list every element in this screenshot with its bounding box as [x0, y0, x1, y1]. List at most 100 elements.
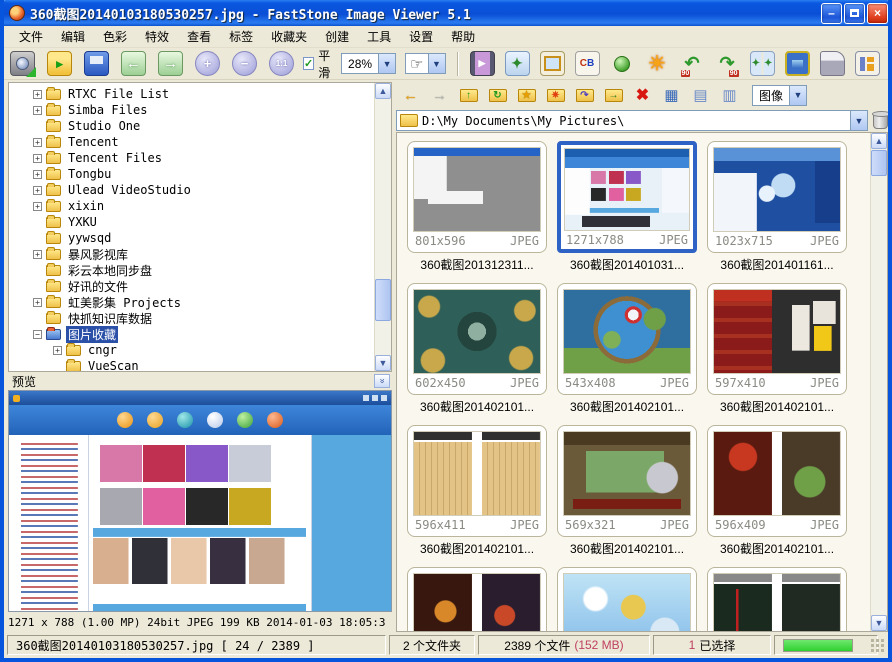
expand-toggle-icon[interactable]: + [33, 298, 42, 307]
tree-item[interactable]: +Ulead VideoStudio [15, 182, 374, 198]
rotate-right-icon[interactable]: ↷ [715, 51, 740, 76]
expand-toggle-icon[interactable]: + [33, 186, 42, 195]
tree-scroll-thumb[interactable] [375, 279, 391, 321]
crop-icon[interactable] [540, 51, 565, 76]
expand-toggle-icon[interactable]: + [53, 346, 62, 355]
thumbs-view-icon[interactable]: ▦ [661, 85, 682, 105]
tree-item[interactable]: +Simba Files [15, 102, 374, 118]
favorites-folder-icon[interactable]: ★ [516, 85, 537, 105]
expand-toggle-icon[interactable]: + [33, 154, 42, 163]
tree-item[interactable]: 好讯的文件 [15, 278, 374, 294]
delete-icon[interactable]: ✖ [632, 85, 653, 105]
prev-image-icon[interactable]: ← [121, 51, 146, 76]
tree-item[interactable]: +虹美影集 Projects [15, 294, 374, 310]
scroll-down-icon[interactable]: ▼ [871, 615, 887, 631]
thumbnail-item[interactable]: 1023x715JPEG360截图201401161... [707, 141, 847, 273]
new-folder-icon[interactable]: ✷ [545, 85, 566, 105]
adjust-colors-icon[interactable]: ☀ [645, 51, 670, 76]
expand-toggle-icon[interactable]: + [33, 90, 42, 99]
thumbnail-item[interactable] [557, 567, 697, 631]
tree-item[interactable]: +暴风影视库 [15, 246, 374, 262]
preview-collapse-button[interactable]: « [374, 374, 390, 388]
move-to-icon[interactable]: ↷ [574, 85, 595, 105]
checkbox-icon[interactable]: ✓ [303, 57, 314, 70]
thumbnail-card[interactable]: 596x411JPEG [407, 425, 547, 537]
smooth-checkbox[interactable]: ✓ 平滑 [303, 47, 332, 81]
preview-image[interactable] [8, 390, 392, 612]
chevron-down-icon[interactable]: ▼ [428, 54, 445, 73]
wallpaper-icon[interactable] [785, 51, 810, 76]
tree-item[interactable]: +Tencent Files [15, 150, 374, 166]
thumbnail-card[interactable]: 1023x715JPEG [707, 141, 847, 253]
menu-item[interactable]: 收藏夹 [262, 26, 316, 47]
menu-item[interactable]: 查看 [178, 26, 220, 47]
scroll-up-icon[interactable]: ▲ [375, 83, 391, 99]
hand-tool-select[interactable]: ☞ ▼ [405, 53, 445, 74]
expand-toggle-icon[interactable]: + [33, 202, 42, 211]
menu-item[interactable]: 设置 [400, 26, 442, 47]
expand-toggle-icon[interactable]: + [33, 170, 42, 179]
close-button[interactable]: × [867, 3, 888, 24]
open-folder-icon[interactable]: ▸ [47, 51, 72, 76]
tree-item[interactable]: +RTXC File List [15, 86, 374, 102]
forward-icon[interactable]: → [429, 85, 450, 105]
next-image-icon[interactable]: → [158, 51, 183, 76]
tree-item[interactable]: Studio One [15, 118, 374, 134]
compare-images-icon[interactable]: ✦✦ [750, 51, 775, 76]
thumbnail-item[interactable]: 602x450JPEG360截图201402101... [407, 283, 547, 415]
thumbnail-card[interactable] [407, 567, 547, 631]
thumbnail-scrollbar[interactable]: ▲ ▼ [870, 133, 887, 631]
slideshow-icon[interactable]: ▶ [470, 51, 495, 76]
menu-item[interactable]: 标签 [220, 26, 262, 47]
tree-item[interactable]: YXKU [15, 214, 374, 230]
rotate-left-icon[interactable]: ↶ [680, 51, 705, 76]
resize-grip[interactable] [881, 639, 885, 652]
tree-item[interactable]: −图片收藏 [15, 326, 374, 342]
menu-item[interactable]: 帮助 [442, 26, 484, 47]
thumbnail-card[interactable]: 602x450JPEG [407, 283, 547, 395]
actual-size-label[interactable]: 1:1 [392, 616, 393, 629]
thumbnail-item[interactable]: 596x409JPEG360截图201402101... [707, 425, 847, 557]
tree-item[interactable]: VueScan [15, 358, 374, 372]
thumbnail-card[interactable]: 543x408JPEG [557, 283, 697, 395]
menu-item[interactable]: 工具 [358, 26, 400, 47]
copy-to-icon[interactable]: → [603, 85, 624, 105]
scroll-up-icon[interactable]: ▲ [871, 133, 887, 149]
tree-item[interactable]: +Tongbu [15, 166, 374, 182]
menu-item[interactable]: 文件 [10, 26, 52, 47]
thumbnail-item[interactable]: 543x408JPEG360截图201402101... [557, 283, 697, 415]
expand-toggle-icon[interactable]: + [33, 138, 42, 147]
tree-item[interactable]: +Tencent [15, 134, 374, 150]
thumbnail-item[interactable]: 801x596JPEG360截图201312311... [407, 141, 547, 273]
tree-item[interactable]: +cngr [15, 342, 374, 358]
thumbnail-card[interactable] [707, 567, 847, 631]
thumbnail-item[interactable]: 569x321JPEG360截图201402101... [557, 425, 697, 557]
tree-item[interactable]: 彩云本地同步盘 [15, 262, 374, 278]
capture-camera-icon[interactable] [10, 51, 35, 76]
thumbnail-scroll-thumb[interactable] [871, 150, 887, 176]
maximize-button[interactable] [844, 3, 865, 24]
expand-toggle-icon[interactable]: + [33, 250, 42, 259]
thumbnail-item[interactable]: 597x410JPEG360截图201402101... [707, 283, 847, 415]
thumbnail-item[interactable]: 596x411JPEG360截图201402101... [407, 425, 547, 557]
thumbnail-card[interactable]: 801x596JPEG [407, 141, 547, 253]
minimize-button[interactable]: – [821, 3, 842, 24]
expand-toggle-icon[interactable]: − [33, 330, 42, 339]
actual-size-icon[interactable]: 1:1 [269, 51, 294, 76]
tree-item[interactable]: yywsqd [15, 230, 374, 246]
menu-item[interactable]: 编辑 [52, 26, 94, 47]
tree-scrollbar[interactable]: ▲ ▼ [374, 83, 391, 371]
menu-item[interactable]: 特效 [136, 26, 178, 47]
path-dropdown-icon[interactable]: ▼ [850, 111, 867, 130]
thumbnail-card[interactable]: 1271x788JPEG [557, 141, 697, 253]
list-view-icon[interactable]: ▥ [719, 85, 740, 105]
save-icon[interactable] [84, 51, 109, 76]
thumbnail-card[interactable]: 569x321JPEG [557, 425, 697, 537]
details-view-icon[interactable]: ▤ [690, 85, 711, 105]
menu-item[interactable]: 色彩 [94, 26, 136, 47]
rename-icon[interactable]: CB [575, 51, 600, 76]
scan-icon[interactable] [820, 51, 845, 76]
tree-item[interactable]: 快抓知识库数据 [15, 310, 374, 326]
path-input[interactable]: D:\My Documents\My Pictures\ ▼ [396, 110, 868, 131]
chevron-down-icon[interactable]: ▼ [789, 86, 806, 105]
